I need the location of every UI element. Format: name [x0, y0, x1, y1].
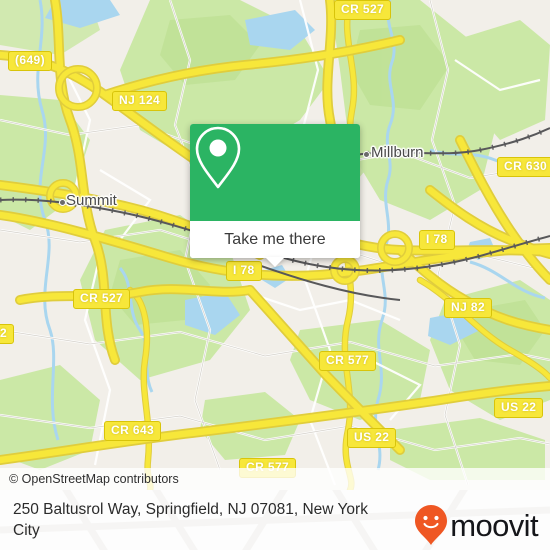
moovit-wordmark: moovit — [450, 507, 538, 543]
city-dot-summit — [59, 199, 66, 206]
map-screenshot: Summit Millburn CR 527 (649) NJ 124 CR 6… — [0, 0, 550, 550]
address-text: 250 Baltusrol Way, Springfield, NJ 07081… — [13, 501, 368, 539]
road-shield-nj124: NJ 124 — [112, 91, 168, 111]
moovit-pin-smile-icon — [415, 505, 448, 545]
road-shield-us22-east: US 22 — [494, 398, 544, 418]
road-shield-cr577-mid: CR 577 — [319, 351, 377, 371]
road-shield-cr630: CR 630 — [497, 157, 550, 177]
city-label-summit: Summit — [66, 192, 117, 209]
road-shield-us22-center: US 22 — [347, 428, 397, 448]
map-canvas[interactable]: Summit Millburn CR 527 (649) NJ 124 CR 6… — [0, 0, 550, 490]
moovit-logo[interactable]: moovit — [414, 504, 539, 546]
road-shield-i78-east: I 78 — [419, 230, 455, 250]
road-shield-cr527-west: CR 527 — [73, 289, 131, 309]
road-shield-649: (649) — [8, 51, 53, 71]
take-me-there-button[interactable]: Take me there — [190, 221, 360, 258]
road-shield-i78-center: I 78 — [226, 261, 262, 281]
road-shield-cr527-north: CR 527 — [334, 0, 392, 20]
road-shield-cr643: CR 643 — [104, 421, 162, 441]
destination-popup-card[interactable]: Take me there — [190, 124, 360, 267]
take-me-there-label: Take me there — [224, 230, 326, 248]
road-shield-nj82: NJ 82 — [444, 298, 493, 318]
footer-bar: 250 Baltusrol Way, Springfield, NJ 07081… — [0, 490, 550, 550]
city-label-millburn: Millburn — [371, 144, 424, 161]
osm-attribution-text[interactable]: © OpenStreetMap contributors — [0, 472, 179, 486]
map-pin-icon — [195, 126, 241, 189]
city-dot-millburn — [363, 151, 370, 158]
popup-header — [190, 124, 360, 221]
popup-pointer-tail — [265, 257, 285, 267]
map-attribution-bar: © OpenStreetMap contributors — [0, 468, 550, 490]
road-shield-2: 2 — [0, 324, 15, 344]
